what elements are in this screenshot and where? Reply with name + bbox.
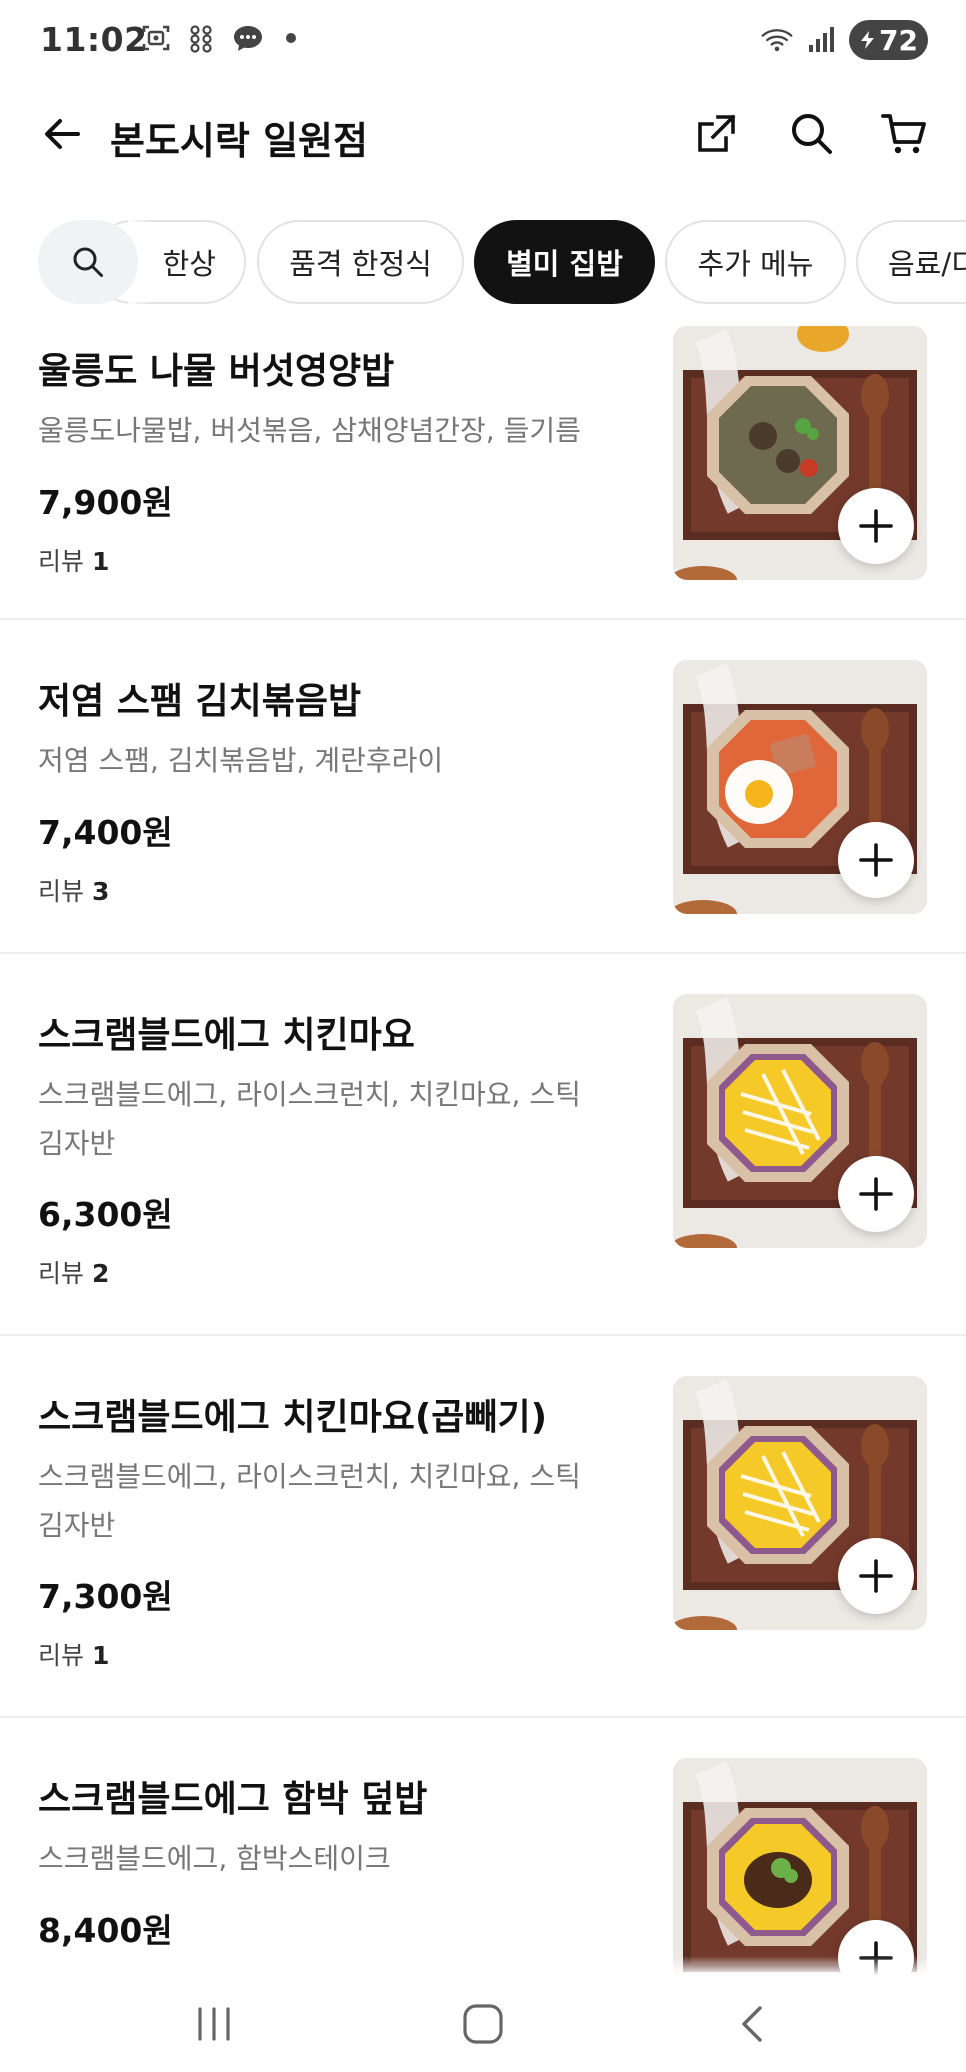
- menu-item[interactable]: 스크램블드에그 함박 덮밥 스크램블드에그, 함박스테이크 8,400원: [0, 1718, 966, 2012]
- add-to-cart-button[interactable]: [838, 1538, 914, 1614]
- signal-icon: [805, 24, 837, 56]
- home-icon: [463, 2004, 503, 2044]
- home-button[interactable]: [443, 1994, 523, 2054]
- menu-item[interactable]: 저염 스팸 김치볶음밥 저염 스팸, 김치볶음밥, 계란후라이 7,400원 리…: [0, 620, 966, 954]
- status-system-icons: 72: [761, 20, 928, 60]
- back-button[interactable]: [34, 106, 90, 162]
- plus-icon: [859, 509, 893, 543]
- menu-item-review: 리뷰 1: [38, 1636, 109, 1672]
- screenshot-icon: [140, 22, 172, 54]
- system-back-button[interactable]: [714, 1994, 794, 2054]
- recent-apps-icon: [198, 2007, 230, 2041]
- message-icon: [232, 22, 264, 54]
- menu-item[interactable]: 스크램블드에그 치킨마요 스크램블드에그, 라이스크런치, 치킨마요, 스틱김자…: [0, 954, 966, 1336]
- search-icon: [73, 247, 103, 277]
- battery-level: 72: [879, 23, 918, 57]
- menu-item-review: 리뷰 1: [38, 542, 109, 578]
- system-nav-bar: [0, 1976, 966, 2072]
- app-grid-icon: [186, 22, 218, 54]
- menu-item-name: 울릉도 나물 버섯영양밥: [38, 351, 395, 392]
- menu-item-review: 리뷰 2: [38, 1254, 109, 1290]
- share-button[interactable]: [688, 106, 744, 162]
- menu-item-price: 8,400원: [38, 1911, 173, 1950]
- search-button[interactable]: [784, 106, 840, 162]
- add-to-cart-button[interactable]: [838, 1156, 914, 1232]
- menu-item-name: 저염 스팸 김치볶음밥: [38, 681, 362, 722]
- status-bar: 11:02 72: [0, 0, 966, 84]
- tab-label: 음료/디: [888, 247, 966, 281]
- add-to-cart-button[interactable]: [838, 822, 914, 898]
- add-to-cart-button[interactable]: [838, 488, 914, 564]
- tab-label: 품격 한정식: [289, 247, 432, 281]
- tab-label: 추가 메뉴: [697, 247, 814, 281]
- menu-item-description: 스크램블드에그, 함박스테이크: [38, 1842, 391, 1875]
- plus-icon: [859, 843, 893, 877]
- tab-category-5[interactable]: 음료/디: [856, 220, 966, 304]
- plus-icon: [859, 1559, 893, 1593]
- tab-label: 별미 집밥: [506, 247, 623, 281]
- category-tabs: 한상 품격 한정식 별미 집밥 추가 메뉴 음료/디: [0, 218, 966, 306]
- menu-item-price: 7,400원: [38, 813, 173, 852]
- recent-apps-button[interactable]: [174, 1994, 254, 2054]
- menu-item-description: 울릉도나물밥, 버섯볶음, 삼채양념간장, 들기름: [38, 414, 581, 447]
- review-count: 1: [91, 1641, 110, 1670]
- cart-icon: [881, 114, 926, 154]
- tab-category-4[interactable]: 추가 메뉴: [665, 220, 846, 304]
- menu-item-price: 7,300원: [38, 1577, 173, 1616]
- review-label: 리뷰: [38, 1259, 85, 1288]
- chevron-left-icon: [742, 2006, 762, 2042]
- review-label: 리뷰: [38, 547, 85, 576]
- menu-item-description: 스크램블드에그, 라이스크런치, 치킨마요, 스틱김자반: [38, 1460, 581, 1542]
- menu-item-name: 스크램블드에그 치킨마요(곱빼기): [38, 1397, 548, 1438]
- tab-category-2[interactable]: 품격 한정식: [257, 220, 464, 304]
- menu-item[interactable]: 울릉도 나물 버섯영양밥 울릉도나물밥, 버섯볶음, 삼채양념간장, 들기름 7…: [0, 326, 966, 620]
- charging-icon: [861, 31, 875, 49]
- status-notification-icons: [140, 22, 296, 54]
- menu-item-name: 스크램블드에그 함박 덮밥: [38, 1779, 428, 1820]
- menu-item-name: 스크램블드에그 치킨마요: [38, 1015, 415, 1056]
- review-label: 리뷰: [38, 1641, 85, 1670]
- review-count: 1: [91, 547, 110, 576]
- tab-label: 한상: [162, 247, 216, 281]
- menu-search-button[interactable]: [38, 220, 138, 304]
- tab-category-3-active[interactable]: 별미 집밥: [474, 220, 655, 304]
- review-label: 리뷰: [38, 877, 85, 906]
- status-time: 11:02: [40, 20, 148, 59]
- store-title: 본도시락 일원점: [110, 119, 368, 163]
- review-count: 2: [91, 1259, 110, 1288]
- menu-item-review: 리뷰 3: [38, 872, 109, 908]
- battery-indicator: 72: [849, 20, 928, 60]
- review-count: 3: [91, 877, 110, 906]
- menu-item-description: 스크램블드에그, 라이스크런치, 치킨마요, 스틱김자반: [38, 1078, 581, 1160]
- cart-button[interactable]: [876, 106, 932, 162]
- menu-item-description: 저염 스팸, 김치볶음밥, 계란후라이: [38, 744, 444, 777]
- plus-icon: [859, 1177, 893, 1211]
- wifi-icon: [761, 24, 793, 56]
- search-icon: [792, 114, 832, 154]
- nav-fade: [0, 1956, 966, 1976]
- menu-item-price: 7,900원: [38, 483, 173, 522]
- menu-item-price: 6,300원: [38, 1195, 173, 1234]
- notification-dot-icon: [286, 33, 296, 43]
- arrow-left-icon: [45, 119, 80, 149]
- share-icon: [698, 114, 736, 152]
- menu-item[interactable]: 스크램블드에그 치킨마요(곱빼기) 스크램블드에그, 라이스크런치, 치킨마요,…: [0, 1336, 966, 1718]
- store-header: 본도시락 일원점: [0, 84, 966, 184]
